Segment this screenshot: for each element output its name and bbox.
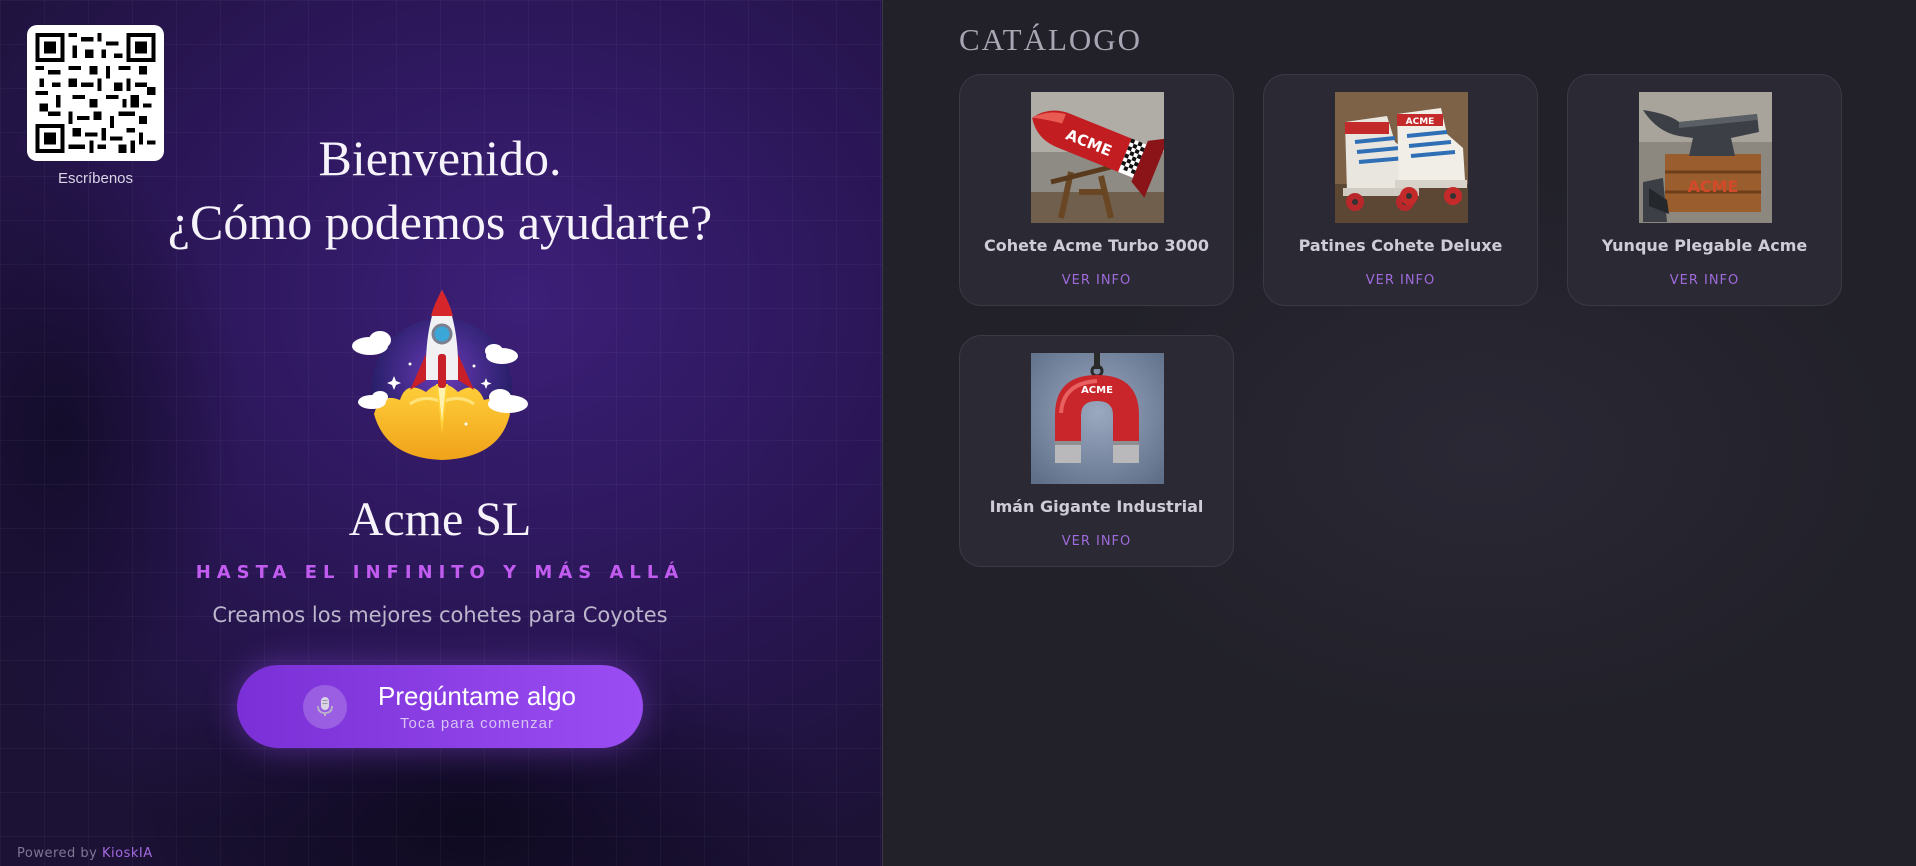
- product-card[interactable]: ACME Imán Gigante Industrial VER INFO: [959, 335, 1234, 567]
- product-info-link[interactable]: VER INFO: [1264, 273, 1537, 288]
- company-name: Acme SL: [348, 493, 532, 546]
- product-info-link[interactable]: VER INFO: [1568, 273, 1841, 288]
- ask-button[interactable]: Pregúntame algo Toca para comenzar: [237, 665, 643, 748]
- welcome-line-2: ¿Cómo podemos ayudarte?: [167, 194, 713, 250]
- product-name: Imán Gigante Industrial: [989, 497, 1204, 516]
- anvil-crate-text: ACME: [1688, 177, 1739, 196]
- product-name: Patines Cohete Deluxe: [1298, 236, 1503, 255]
- welcome-line-1: Bienvenido.: [318, 130, 562, 186]
- magnet-image-text: ACME: [1081, 385, 1113, 396]
- powered-by-brand[interactable]: KioskIA: [102, 846, 153, 861]
- ask-button-subtitle: Toca para comenzar: [400, 715, 554, 732]
- product-card[interactable]: ACME Cohete Acme Turbo 3000 VER INFO: [959, 74, 1234, 306]
- company-tagline: Creamos los mejores cohetes para Coyotes: [212, 603, 668, 627]
- welcome-panel: Escríbenos Bienvenido. ¿Cómo podemos ayu…: [0, 0, 882, 866]
- product-info-link[interactable]: VER INFO: [960, 534, 1233, 549]
- catalog-title: CATÁLOGO: [959, 22, 1143, 57]
- catalog-panel: CATÁLOGO ACME Cohete Acme Turbo 3000 VER…: [883, 0, 1916, 866]
- product-info-link[interactable]: VER INFO: [960, 273, 1233, 288]
- product-card[interactable]: ACME Yunque Plegable Acme VER INFO: [1567, 74, 1842, 306]
- magnet-image: ACME: [1031, 353, 1164, 484]
- rocket-cannon-image: ACME: [1031, 92, 1164, 223]
- product-name: Cohete Acme Turbo 3000: [984, 236, 1209, 255]
- product-name: Yunque Plegable Acme: [1601, 236, 1808, 255]
- rocket-launch-icon: [350, 284, 530, 480]
- welcome-heading: Bienvenido. ¿Cómo podemos ayudarte?: [40, 126, 840, 254]
- skates-image-text: ACME: [1406, 117, 1435, 127]
- roller-skates-image: ACME: [1335, 92, 1468, 223]
- company-slogan: HASTA EL INFINITO Y MÁS ALLÁ: [195, 562, 685, 583]
- product-card[interactable]: ACME Patines Cohete Deluxe VER INFO: [1263, 74, 1538, 306]
- ask-button-title: Pregúntame algo: [377, 681, 577, 711]
- powered-by: Powered by KioskIA: [17, 846, 153, 861]
- microphone-icon: [303, 685, 347, 729]
- anvil-image: ACME: [1639, 92, 1772, 223]
- powered-by-prefix: Powered by: [17, 846, 98, 861]
